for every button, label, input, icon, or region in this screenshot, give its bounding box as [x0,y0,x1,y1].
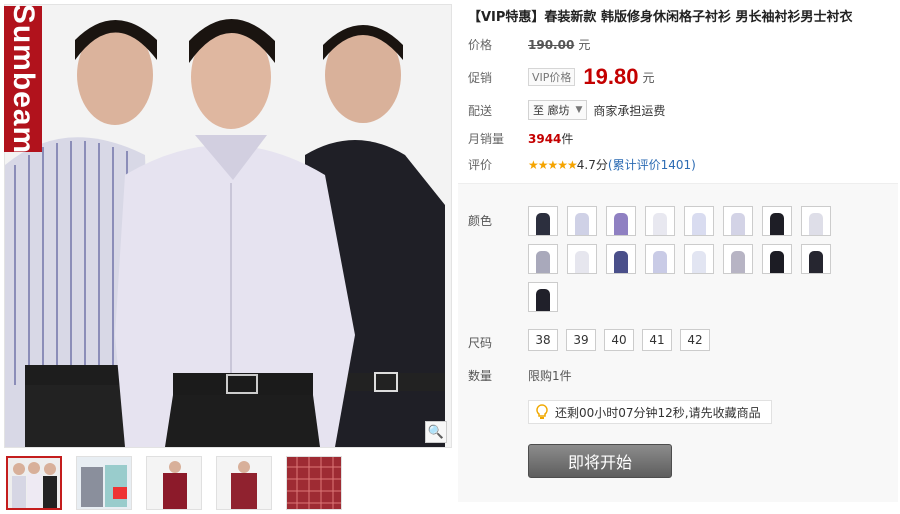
models-illustration [5,5,451,447]
swatch-shirt-preview [575,251,589,273]
main-product-image[interactable]: 🔍 [4,4,452,448]
lightbulb-icon [536,404,548,419]
swatch-shirt-preview [653,213,667,235]
shipping-row: 配送 至 廊坊 ▼ 商家承担运费 [468,100,665,120]
shipping-destination-select[interactable]: 至 廊坊 ▼ [528,100,588,120]
size-option[interactable]: 38 [528,329,558,351]
sale-price: 19.80 [583,64,639,89]
swatch-shirt-preview [575,213,589,235]
color-swatch[interactable] [528,244,558,274]
size-option[interactable]: 39 [566,329,596,351]
sales-unit: 件 [561,132,574,146]
thumbnail-strip [6,456,342,510]
countdown-notice: 还剩00小时07分钟12秒,请先收藏商品 [528,400,772,424]
coming-soon-button[interactable]: 即将开始 [528,444,672,478]
rating-label: 评价 [468,158,493,172]
color-swatch[interactable] [606,206,636,236]
swatch-shirt-preview [770,251,784,273]
swatch-shirt-preview [809,251,823,273]
size-option[interactable]: 42 [680,329,710,351]
monthly-sales-label: 月销量 [468,132,505,146]
swatch-shirt-preview [614,213,628,235]
currency-unit: 元 [642,70,655,85]
brand-logo-text: Sumbeam [7,3,41,155]
thumbnail[interactable] [286,456,342,510]
monthly-sales-count: 3944 [528,131,562,146]
color-swatch[interactable] [528,282,558,312]
color-swatch[interactable] [684,206,714,236]
swatch-shirt-preview [692,251,706,273]
price-row: 价格 190.00 元 [468,36,590,53]
color-swatch-list [528,206,848,312]
color-swatch[interactable] [567,206,597,236]
thumbnail[interactable] [6,456,62,510]
quantity-label: 数量 [468,369,493,383]
swatch-shirt-preview [536,251,550,273]
color-swatch[interactable] [606,244,636,274]
quantity-limit: 限购1件 [528,369,572,383]
swatch-shirt-preview [536,289,550,311]
promo-label: 促销 [468,70,493,85]
size-option-list: 38 39 40 41 42 [528,329,710,351]
color-swatch[interactable] [645,206,675,236]
swatch-shirt-preview [731,213,745,235]
countdown-text: 还剩00小时07分钟12秒,请先收藏商品 [555,405,761,420]
color-swatch[interactable] [723,244,753,274]
shipping-note: 商家承担运费 [593,103,666,118]
thumbnail[interactable] [76,456,132,510]
shipping-label: 配送 [468,103,493,118]
sales-row: 月销量 3944 件 [468,130,573,147]
magnifier-icon[interactable]: 🔍 [425,421,447,443]
promo-row: 促销 VIP价格 19.80 元 [468,64,654,90]
rating-row: 评价 ★★★★★ 4.7分 (累计评价1401) [468,156,696,173]
product-title: 【VIP特惠】春装新款 韩版修身休闲格子衬衫 男长袖衬衫男士衬衣 [468,10,853,25]
color-swatch[interactable] [762,244,792,274]
original-price: 190.00 [528,37,575,52]
review-count-link[interactable]: (累计评价1401) [608,156,696,173]
shipping-destination: 至 廊坊 [533,104,570,117]
swatch-shirt-preview [614,251,628,273]
thumbnail[interactable] [216,456,272,510]
color-swatch[interactable] [684,244,714,274]
star-rating-icon: ★★★★★ [528,157,578,172]
swatch-shirt-preview [809,213,823,235]
brand-logo: Sumbeam [4,3,42,155]
color-swatch[interactable] [723,206,753,236]
sku-panel: 颜色 尺码 38 39 40 41 42 数量 限购1件 还剩00小时07分钟12秒,请… [458,183,898,502]
size-label: 尺码 [468,336,493,350]
currency-unit: 元 [578,38,591,52]
chevron-down-icon: ▼ [575,105,583,115]
swatch-shirt-preview [653,251,667,273]
rating-score: 4.7分 [576,158,608,172]
thumbnail[interactable] [146,456,202,510]
color-swatch[interactable] [645,244,675,274]
swatch-shirt-preview [536,213,550,235]
color-swatch[interactable] [801,206,831,236]
price-label: 价格 [468,38,493,52]
swatch-shirt-preview [770,213,784,235]
size-option[interactable]: 41 [642,329,672,351]
swatch-shirt-preview [731,251,745,273]
size-option[interactable]: 40 [604,329,634,351]
vip-price-tag: VIP价格 [528,68,576,86]
swatch-shirt-preview [692,213,706,235]
color-label: 颜色 [468,214,493,228]
color-swatch[interactable] [762,206,792,236]
color-swatch[interactable] [528,206,558,236]
color-swatch[interactable] [567,244,597,274]
color-swatch[interactable] [801,244,831,274]
